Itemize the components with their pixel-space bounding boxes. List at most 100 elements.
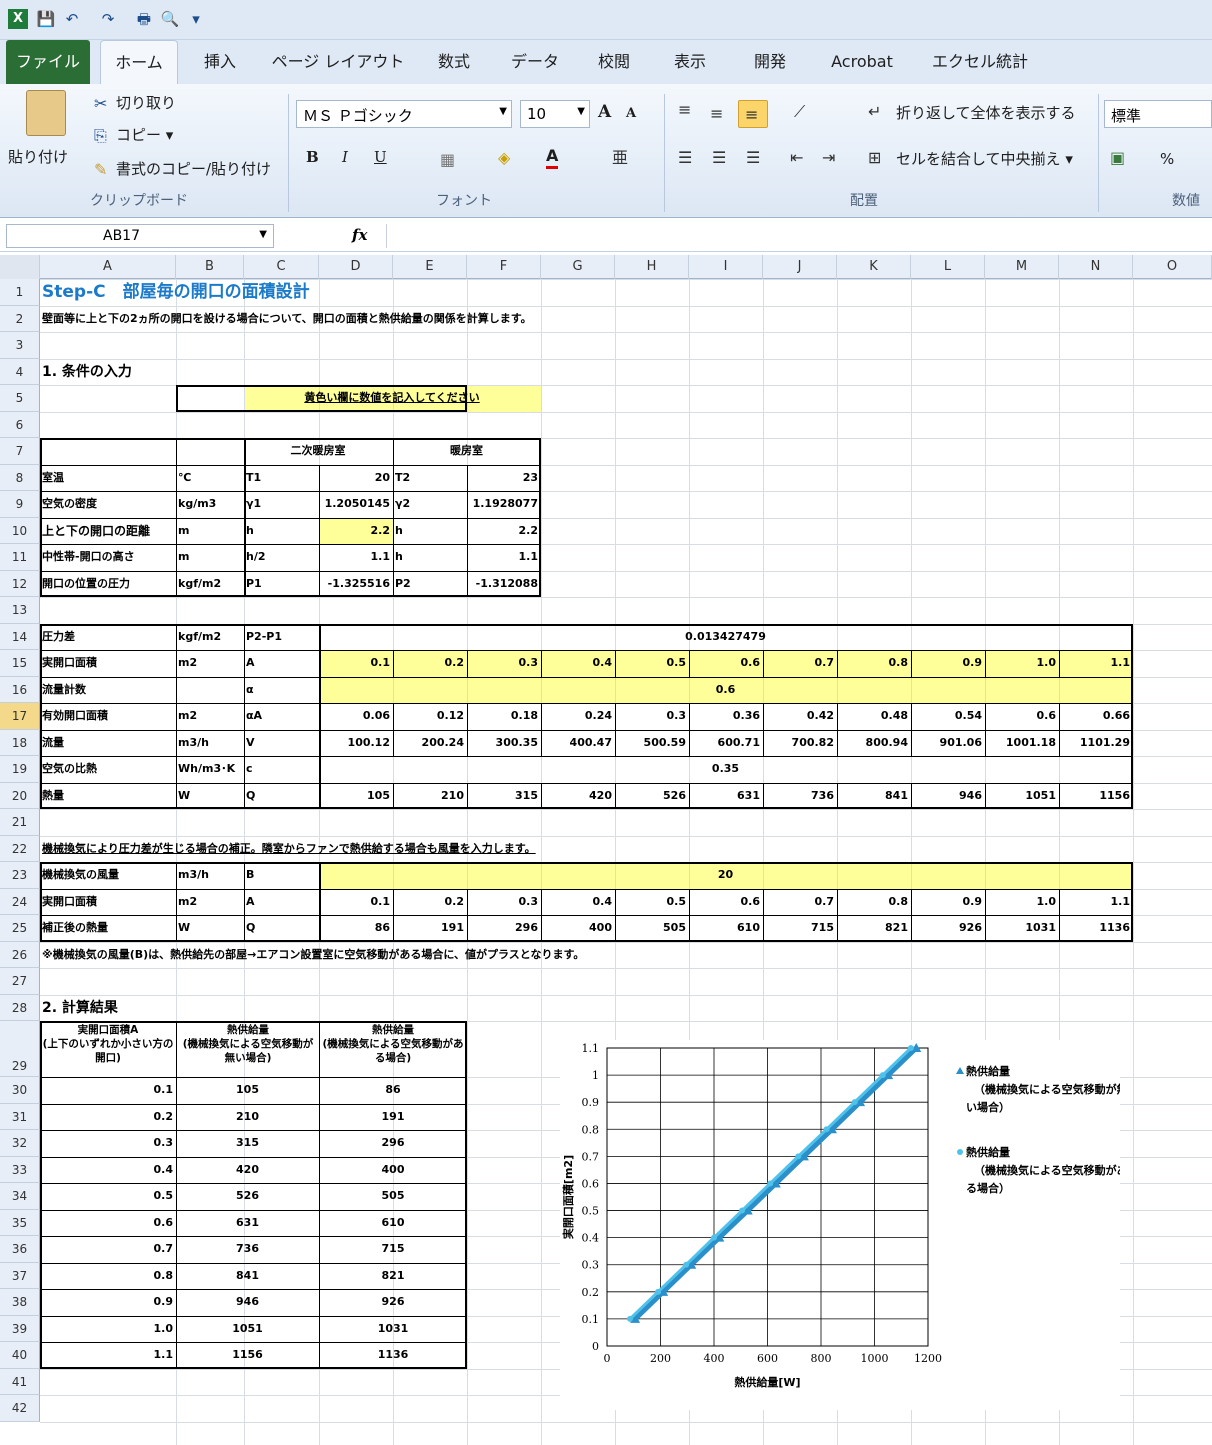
result-header-heat-with-vent[interactable]: 熱供給量 (機械換気による空気移動がある場合)	[321, 1023, 465, 1077]
row-label[interactable]: 実開口面積	[42, 650, 173, 677]
flow-value[interactable]: 700.82	[765, 730, 834, 757]
row-label[interactable]: 圧力差	[42, 624, 173, 651]
heat-value[interactable]: 210	[395, 783, 464, 810]
condition-label[interactable]: 空気の密度	[42, 491, 173, 518]
font-name-select[interactable]: ＭＳ Ｐゴシック ▼	[296, 100, 512, 128]
row-header[interactable]: 14	[0, 623, 40, 650]
result-heat-no-vent[interactable]: 315	[176, 1130, 319, 1157]
row-label[interactable]: 流量計数	[42, 677, 173, 704]
value-cell[interactable]: -1.325516	[321, 571, 390, 598]
tab-excel-stats[interactable]: エクセル統計	[924, 40, 1036, 84]
condition-label[interactable]: 室温	[42, 465, 173, 492]
currency-icon[interactable]: ▣	[1110, 148, 1125, 168]
corrected-heat[interactable]: 86	[321, 915, 390, 942]
font-size-select[interactable]: 10 ▼	[520, 100, 590, 128]
value-cell[interactable]: -1.312088	[469, 571, 538, 598]
row-header[interactable]: 42	[0, 1395, 40, 1422]
row-header[interactable]: 35	[0, 1209, 40, 1236]
row-header[interactable]: 40	[0, 1342, 40, 1369]
area-input[interactable]: 1.0	[987, 650, 1057, 677]
corrected-heat[interactable]: 1031	[987, 915, 1056, 942]
unit-cell[interactable]: W	[178, 915, 241, 942]
flow-value[interactable]: 901.06	[913, 730, 982, 757]
result-area[interactable]: 0.8	[42, 1263, 174, 1290]
row-header[interactable]: 36	[0, 1236, 40, 1263]
result-heat-with-vent[interactable]: 926	[319, 1289, 467, 1316]
flow-value[interactable]: 200.24	[395, 730, 464, 757]
col-header-d[interactable]: D	[319, 255, 393, 279]
paste-icon[interactable]	[26, 90, 66, 136]
result-area[interactable]: 0.4	[42, 1157, 174, 1184]
unit-cell[interactable]: m	[178, 518, 241, 545]
area-input[interactable]: 0.4	[543, 650, 613, 677]
result-area[interactable]: 1.1	[42, 1342, 174, 1369]
heat-value[interactable]: 736	[765, 783, 834, 810]
fill-color-icon[interactable]: ◈	[498, 148, 510, 168]
formula-input[interactable]	[386, 224, 1212, 248]
row-header[interactable]: 38	[0, 1289, 40, 1316]
row-header[interactable]: 28	[0, 994, 40, 1021]
effective-area[interactable]: 0.54	[913, 703, 982, 730]
align-bottom-button[interactable]: ≡	[738, 100, 768, 128]
col-header-m[interactable]: M	[985, 255, 1059, 279]
grow-font-button[interactable]: A	[598, 102, 611, 122]
flow-value[interactable]: 600.71	[691, 730, 760, 757]
value-cell[interactable]: 1.2050145	[321, 491, 390, 518]
row-header[interactable]: 33	[0, 1156, 40, 1183]
function-icon[interactable]: fx	[352, 226, 367, 244]
copy-button[interactable]: コピー ▾	[116, 124, 173, 145]
effective-area[interactable]: 0.06	[321, 703, 390, 730]
row-header[interactable]: 13	[0, 597, 40, 624]
area-value[interactable]: 0.2	[395, 889, 465, 916]
sheet-title[interactable]: Step-C 部屋毎の開口の面積設計	[42, 279, 310, 306]
value-cell[interactable]: 1.1928077	[469, 491, 538, 518]
col-header-n[interactable]: N	[1059, 255, 1133, 279]
row-header[interactable]: 10	[0, 517, 40, 544]
tab-insert[interactable]: 挿入	[190, 40, 250, 84]
result-heat-with-vent[interactable]: 400	[319, 1157, 467, 1184]
area-input[interactable]: 0.6	[691, 650, 761, 677]
cut-button[interactable]: 切り取り	[116, 92, 176, 113]
symbol-cell[interactable]: A	[246, 889, 316, 916]
row-header[interactable]: 25	[0, 915, 40, 942]
col-header-o[interactable]: O	[1133, 255, 1212, 279]
symbol-cell[interactable]: h/2	[246, 544, 316, 571]
row-header[interactable]: 22	[0, 835, 40, 862]
undo-icon[interactable]: ↶	[62, 9, 82, 29]
flow-value[interactable]: 300.35	[469, 730, 538, 757]
symbol-cell[interactable]: A	[246, 650, 316, 677]
unit-cell[interactable]: m3/h	[178, 730, 241, 757]
wrap-text-button[interactable]: 折り返して全体を表示する	[896, 102, 1076, 123]
col-header-a[interactable]: A	[40, 255, 176, 279]
row-header[interactable]: 32	[0, 1130, 40, 1157]
value-cell[interactable]: 1.1	[469, 544, 539, 571]
flow-value[interactable]: 100.12	[321, 730, 390, 757]
result-area[interactable]: 0.5	[42, 1183, 174, 1210]
effective-area[interactable]: 0.48	[839, 703, 908, 730]
specific-heat[interactable]: 0.35	[321, 756, 1130, 783]
row-header[interactable]: 5	[0, 385, 40, 412]
area-value[interactable]: 1.0	[987, 889, 1057, 916]
result-header-heat-no-vent[interactable]: 熱供給量 (機械換気による空気移動が無い場合)	[178, 1023, 318, 1077]
section-heading[interactable]: 1. 条件の入力	[42, 359, 173, 386]
area-value[interactable]: 0.1	[321, 889, 391, 916]
corrected-heat[interactable]: 610	[691, 915, 760, 942]
tab-home[interactable]: ホーム	[100, 40, 178, 84]
row-header[interactable]: 3	[0, 332, 40, 359]
unit-cell[interactable]: m	[178, 544, 241, 571]
font-color-icon[interactable]: A	[546, 146, 559, 169]
italic-button[interactable]: I	[342, 148, 348, 166]
symbol-cell[interactable]: Q	[246, 915, 316, 942]
area-value[interactable]: 1.1	[1061, 889, 1131, 916]
heat-value[interactable]: 841	[839, 783, 908, 810]
value-cell[interactable]: 23	[469, 465, 538, 492]
heat-value[interactable]: 1156	[1061, 783, 1130, 810]
value-cell[interactable]: 2.2	[469, 518, 539, 545]
condition-label[interactable]: 上と下の開口の距離	[42, 518, 173, 545]
result-area[interactable]: 0.6	[42, 1210, 174, 1237]
mech-vent-airflow[interactable]: 20	[321, 862, 1130, 889]
row-label[interactable]: 有効開口面積	[42, 703, 173, 730]
condition-label[interactable]: 中性帯-開口の高さ	[42, 544, 173, 571]
result-heat-no-vent[interactable]: 631	[176, 1210, 319, 1237]
row-header[interactable]: 23	[0, 862, 40, 889]
